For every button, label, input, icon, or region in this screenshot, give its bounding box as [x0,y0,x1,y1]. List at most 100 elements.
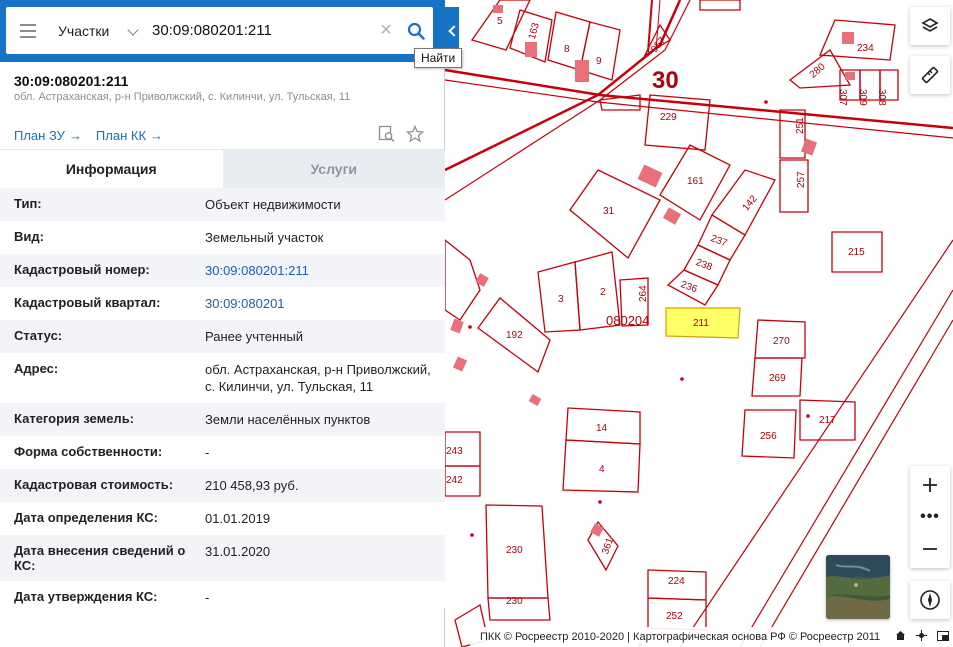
table-row: Статус: Ранее учтенный [0,320,445,353]
compass-icon [920,590,940,610]
svg-text:257: 257 [796,171,807,188]
search-button[interactable] [399,7,433,54]
plan-zu-link[interactable]: План ЗУ → [14,128,82,143]
property-value: 01.01.2019 [205,511,271,526]
attribution-icons [895,630,949,641]
table-row: Категория земель: Земли населённых пункто… [0,403,445,436]
svg-text:8: 8 [564,44,570,55]
svg-text:230: 230 [506,596,523,607]
search-tooltip: Найти [414,48,463,68]
compass-button[interactable] [910,581,950,619]
chevron-down-icon [128,26,138,36]
svg-text:264: 264 [638,285,649,302]
arrow-right-icon: → [150,128,164,143]
svg-text:9: 9 [596,56,602,67]
property-value: Объект недвижимости [205,197,341,212]
fullscreen-icon[interactable] [937,630,949,641]
property-key: Тип: [14,196,42,211]
plan-kk-link[interactable]: План КК → [96,128,163,143]
svg-text:309: 309 [857,89,868,106]
zoom-controls: ••• [910,466,950,568]
plus-icon [923,478,937,492]
property-key: Кадастровый квартал: [14,295,161,310]
tab-info[interactable]: Информация [0,150,223,188]
basemap-thumbnail[interactable] [826,555,890,619]
property-value: - [205,590,210,605]
property-key: Форма собственности: [14,444,163,459]
svg-text:31: 31 [603,206,615,217]
svg-text:14: 14 [596,423,608,434]
close-icon: × [380,19,392,41]
menu-icon [20,23,36,26]
locate-icon[interactable] [916,630,927,641]
svg-text:215: 215 [848,247,865,258]
table-row: Кадастровая стоимость: 210 458,93 руб. [0,469,445,502]
points [468,100,810,647]
svg-text:4: 4 [599,464,605,475]
ruler-button[interactable] [910,56,950,94]
tab-services[interactable]: Услуги [222,150,445,188]
zoom-out-button[interactable] [910,530,950,568]
svg-text:307: 307 [837,89,848,106]
cadastral-number-link[interactable]: 30:09:080201:211 [205,262,435,279]
panel-tabs: Информация Услуги [0,149,445,188]
zoom-in-button[interactable] [910,466,950,504]
layers-icon [921,18,939,32]
table-row: Вид: Земельный участок [0,221,445,254]
object-address: обл. Астраханская, р-н Приволжский, с. К… [14,91,351,103]
property-key: Категория земель: [14,411,135,426]
layers-button[interactable] [910,7,950,45]
property-key: Вид: [14,229,44,244]
property-key: Кадастровый номер: [14,262,150,277]
svg-text:237: 237 [709,233,729,249]
property-key: Статус: [14,328,63,343]
menu-button[interactable] [6,7,50,54]
svg-text:238: 238 [694,257,714,273]
svg-text:192: 192 [506,330,523,341]
clear-search-button[interactable]: × [373,7,399,54]
zoom-more-button[interactable]: ••• [910,504,950,530]
table-row: Дата определения КС: 01.01.2019 [0,502,445,535]
svg-text:3: 3 [558,294,564,305]
cadastral-quarter-link[interactable]: 30:09:080201 [205,295,435,312]
property-key: Дата утверждения КС: [14,589,158,604]
svg-text:256: 256 [760,431,777,442]
svg-text:252: 252 [666,611,683,622]
svg-text:211: 211 [693,318,709,329]
svg-text:269: 269 [769,373,786,384]
plan-kk-label: План КК [95,128,147,143]
info-panel: Участки × 30:09:080201:211 обл. Астрахан… [0,0,445,647]
object-tools [378,125,424,143]
svg-text:270: 270 [773,336,790,347]
properties-table: Тип: Объект недвижимости Вид: Земельный уч… [0,188,445,608]
svg-text:242: 242 [446,475,463,486]
svg-text:251: 251 [795,117,806,134]
svg-text:142: 142 [741,193,760,213]
svg-text:243: 243 [446,446,463,457]
property-value: 31.01.2020 [205,544,271,559]
table-row: Кадастровый номер: 30:09:080201:211 [0,254,445,287]
svg-text:2: 2 [600,287,606,298]
star-icon[interactable] [406,125,424,143]
property-value: - [205,445,210,460]
svg-text:161: 161 [687,176,704,187]
minus-icon [923,548,937,550]
table-row: Кадастровый квартал: 30:09:080201 [0,287,445,320]
property-value: 210 458,93 руб. [205,478,299,493]
svg-text:308: 308 [876,89,887,106]
layer-select[interactable]: Участки [50,7,144,54]
property-value: Земельный участок [205,230,324,245]
home-icon[interactable] [895,630,906,641]
table-row: Форма собственности: - [0,436,445,469]
quarter-label: 080204 [606,313,649,328]
property-key: Кадастровая стоимость: [14,477,174,492]
plan-links: План ЗУ → План КК → [14,128,163,143]
search-on-map-icon[interactable] [378,125,396,143]
property-key: Адрес: [14,361,59,376]
map-attribution: ПКК © Росреестр 2010-2020 | Картографиче… [470,627,953,647]
search-input[interactable] [144,7,373,54]
svg-text:234: 234 [857,43,874,54]
search-box: Участки × [6,7,433,54]
collapse-panel-button[interactable] [445,7,459,54]
arrow-right-icon: → [68,128,82,143]
